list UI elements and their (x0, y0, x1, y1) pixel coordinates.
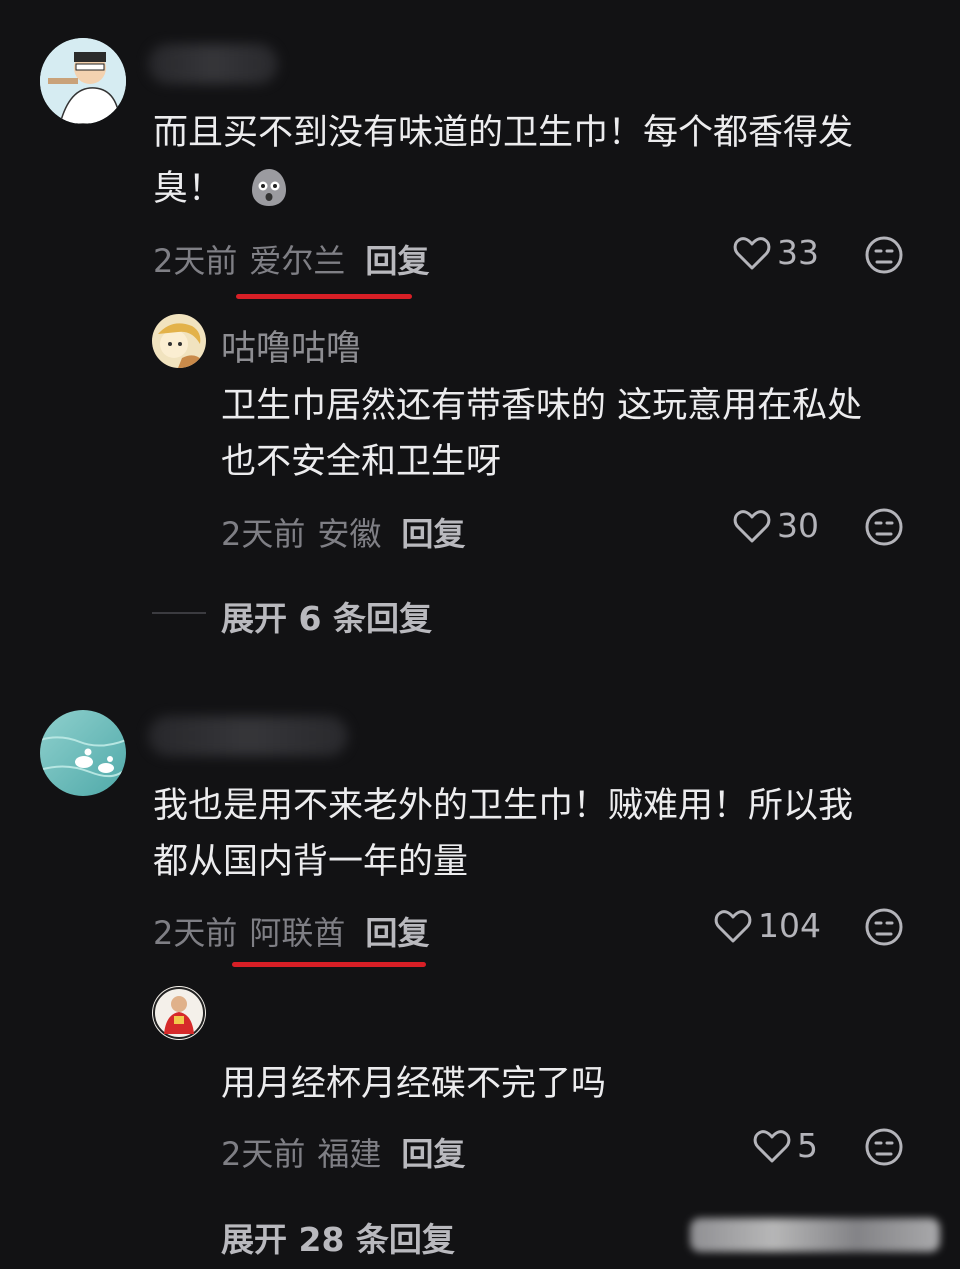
location-underline (232, 962, 426, 967)
comment-time: 2天前 (153, 242, 238, 280)
comment-location: 阿联酋 (249, 914, 346, 952)
comment-meta: 2天前 爱尔兰 回复 (153, 236, 429, 282)
expand-replies-button[interactable]: 展开 28 条回复 (221, 1213, 455, 1261)
reply-button[interactable]: 回复 (401, 1135, 465, 1173)
heart-outline-icon (733, 509, 771, 542)
reply-text: 卫生巾居然还有带香味的 这玩意用在私处 也不安全和卫生呀 (221, 378, 862, 490)
reply-text: 用月经杯月经碟不完了吗 (221, 1056, 606, 1112)
heart-outline-icon (753, 1129, 791, 1162)
neutral-face-icon[interactable] (864, 1127, 904, 1167)
username-blurred (148, 44, 278, 84)
like-count: 5 (797, 1126, 818, 1165)
like-count: 104 (758, 906, 821, 945)
expand-replies-button[interactable]: 展开 6 条回复 (221, 592, 432, 640)
reply-text-line: 也不安全和卫生呀 (221, 442, 502, 482)
like-button[interactable]: 30 (733, 506, 819, 545)
reply-meta: 2天前 福建 回复 (221, 1129, 465, 1175)
shocked-face-emoji (248, 166, 290, 225)
like-button[interactable]: 5 (753, 1126, 818, 1165)
reply-time: 2天前 (221, 515, 306, 553)
comment-text-line: 都从国内背一年的量 (153, 842, 469, 882)
comment-text-line: 而且买不到没有味道的卫生巾！每个都香得发 (153, 113, 854, 153)
reply-text-line: 卫生巾居然还有带香味的 这玩意用在私处 (221, 386, 863, 426)
neutral-face-icon[interactable] (864, 907, 904, 947)
heart-outline-icon (714, 909, 752, 942)
avatar[interactable] (40, 710, 126, 796)
reply-text-line: 用月经杯月经碟不完了吗 (221, 1064, 607, 1104)
comment-location: 爱尔兰 (249, 242, 346, 280)
heart-outline-icon (733, 236, 771, 269)
comment-meta: 2天前 阿联酋 回复 (153, 908, 429, 954)
comment-text-line: 我也是用不来老外的卫生巾！贼难用！所以我 (153, 786, 854, 826)
avatar[interactable] (152, 986, 206, 1040)
reply-location: 福建 (317, 1135, 382, 1173)
like-count: 33 (777, 233, 819, 272)
comment-text: 我也是用不来老外的卫生巾！贼难用！所以我 都从国内背一年的量 (153, 778, 853, 890)
neutral-face-icon[interactable] (864, 507, 904, 547)
like-button[interactable]: 33 (733, 233, 819, 272)
avatar[interactable] (152, 314, 206, 368)
like-count: 30 (777, 506, 819, 545)
reply-time: 2天前 (221, 1135, 306, 1173)
reply-location: 安徽 (317, 515, 382, 553)
comment-text: 而且买不到没有味道的卫生巾！每个都香得发 臭！ (153, 105, 853, 225)
username-blurred (148, 716, 348, 756)
neutral-face-icon[interactable] (864, 235, 904, 275)
expand-divider (152, 612, 206, 614)
location-underline (236, 294, 412, 299)
reply-username[interactable]: 咕噜咕噜 (221, 320, 361, 371)
watermark (690, 1218, 940, 1252)
reply-meta: 2天前 安徽 回复 (221, 509, 465, 555)
avatar[interactable] (40, 38, 126, 124)
reply-button[interactable]: 回复 (401, 515, 465, 553)
reply-button[interactable]: 回复 (365, 242, 429, 280)
comment-time: 2天前 (153, 914, 238, 952)
reply-button[interactable]: 回复 (365, 914, 429, 952)
comment-text-line: 臭！ (153, 169, 224, 209)
like-button[interactable]: 104 (714, 906, 821, 945)
